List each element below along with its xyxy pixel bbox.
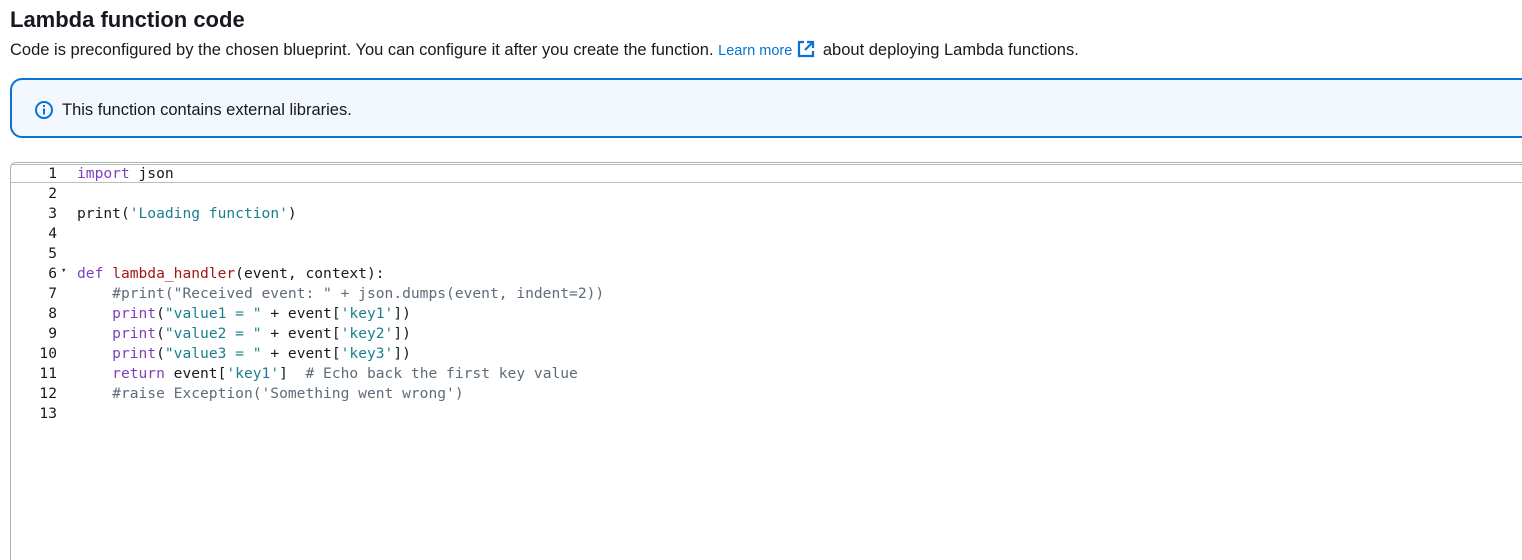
description-text: Code is preconfigured by the chosen blue… bbox=[10, 41, 719, 59]
section-title: Lambda function code bbox=[10, 7, 245, 32]
code-token: 'key2' bbox=[340, 325, 394, 342]
code-line[interactable]: 9 print("value2 = " + event['key2']) bbox=[11, 324, 1522, 344]
line-number: 13 bbox=[39, 405, 57, 422]
code-token: #raise Exception('Something went wrong') bbox=[112, 385, 464, 402]
line-number: 9 bbox=[48, 325, 57, 342]
code-token: ( bbox=[156, 325, 165, 342]
description-text-after: about deploying Lambda functions. bbox=[818, 41, 1079, 59]
code-token: json bbox=[129, 165, 174, 182]
code-token: ]) bbox=[393, 345, 411, 362]
code-text: print("value2 = " + event['key2']) bbox=[77, 324, 411, 344]
code-line[interactable]: 2 bbox=[11, 184, 1522, 204]
code-token: #print("Received event: " + json.dumps(e… bbox=[112, 285, 605, 302]
line-number: 2 bbox=[48, 185, 57, 202]
external-link-icon[interactable] bbox=[796, 39, 816, 59]
code-text: #print("Received event: " + json.dumps(e… bbox=[77, 284, 604, 304]
line-number: 12 bbox=[39, 385, 57, 402]
code-token: print bbox=[112, 305, 157, 322]
line-number: 11 bbox=[39, 365, 57, 382]
code-token: 'key3' bbox=[340, 345, 394, 362]
code-token: + event[ bbox=[261, 345, 341, 362]
line-number: 3 bbox=[48, 205, 57, 222]
code-text: print("value3 = " + event['key3']) bbox=[77, 344, 411, 364]
code-line[interactable]: 1 import json bbox=[11, 164, 1522, 184]
code-token: print bbox=[77, 205, 121, 222]
code-token: event[ bbox=[164, 365, 227, 382]
code-token: ]) bbox=[393, 305, 411, 322]
code-token: ( bbox=[156, 305, 165, 322]
code-token: ) bbox=[287, 205, 297, 222]
code-line[interactable]: 13 bbox=[11, 404, 1522, 424]
code-text: print("value1 = " + event['key1']) bbox=[77, 304, 411, 324]
code-token: + event[ bbox=[261, 325, 341, 342]
code-token: + event[ bbox=[261, 305, 341, 322]
code-line[interactable]: 7 #print("Received event: " + json.dumps… bbox=[11, 284, 1522, 304]
code-token: def bbox=[77, 265, 104, 282]
code-token: (event, context): bbox=[235, 265, 385, 282]
code-token: "value2 = " bbox=[164, 325, 262, 342]
code-token: "value1 = " bbox=[164, 305, 262, 322]
lambda-function-code-section: Lambda function code Code is preconfigur… bbox=[0, 0, 1522, 560]
code-line[interactable]: 8 print("value1 = " + event['key1']) bbox=[11, 304, 1522, 324]
info-icon bbox=[34, 100, 54, 120]
code-line[interactable]: 3 print('Loading function') bbox=[11, 204, 1522, 224]
line-number: 1 bbox=[48, 165, 57, 182]
info-alert: This function contains external librarie… bbox=[10, 78, 1522, 138]
line-number: 10 bbox=[39, 345, 57, 362]
learn-more-link[interactable]: Learn more bbox=[718, 43, 792, 59]
code-line[interactable]: 6 ▾ def lambda_handler(event, context): bbox=[11, 264, 1522, 284]
code-text: print('Loading function') bbox=[77, 204, 297, 224]
code-token: 'Loading function' bbox=[129, 205, 288, 222]
code-token: ] bbox=[279, 365, 306, 382]
alert-message: This function contains external librarie… bbox=[62, 101, 352, 119]
code-token: # Echo back the first key value bbox=[305, 365, 578, 382]
line-number: 5 bbox=[48, 245, 57, 262]
code-line[interactable]: 5 bbox=[11, 244, 1522, 264]
code-token: import bbox=[77, 165, 130, 182]
line-number: 7 bbox=[48, 285, 57, 302]
code-text: return event['key1'] # Echo back the fir… bbox=[77, 364, 578, 384]
code-token: "value3 = " bbox=[164, 345, 262, 362]
line-number: 6 bbox=[48, 265, 57, 282]
fold-toggle-icon[interactable]: ▾ bbox=[61, 261, 66, 281]
code-editor[interactable]: 1 import json 2 3 print('Loading function') 4… bbox=[10, 162, 1522, 560]
section-description: Code is preconfigured by the chosen blue… bbox=[10, 39, 1079, 62]
code-token: ( bbox=[156, 345, 165, 362]
code-token: ( bbox=[120, 205, 130, 222]
code-line[interactable]: 4 bbox=[11, 224, 1522, 244]
code-line[interactable]: 10 print("value3 = " + event['key3']) bbox=[11, 344, 1522, 364]
line-number: 8 bbox=[48, 305, 57, 322]
code-token: 'key1' bbox=[340, 305, 394, 322]
code-text: #raise Exception('Something went wrong') bbox=[77, 384, 464, 404]
code-token: ]) bbox=[393, 325, 411, 342]
code-token: 'key1' bbox=[226, 365, 280, 382]
code-token: print bbox=[112, 345, 157, 362]
code-text: import json bbox=[77, 164, 174, 184]
code-token: print bbox=[112, 325, 157, 342]
code-line[interactable]: 12 #raise Exception('Something went wron… bbox=[11, 384, 1522, 404]
code-line[interactable]: 11 return event['key1'] # Echo back the … bbox=[11, 364, 1522, 384]
line-number: 4 bbox=[48, 225, 57, 242]
code-token: return bbox=[112, 365, 165, 382]
code-text: def lambda_handler(event, context): bbox=[77, 264, 385, 284]
code-token: lambda_handler bbox=[112, 265, 236, 282]
